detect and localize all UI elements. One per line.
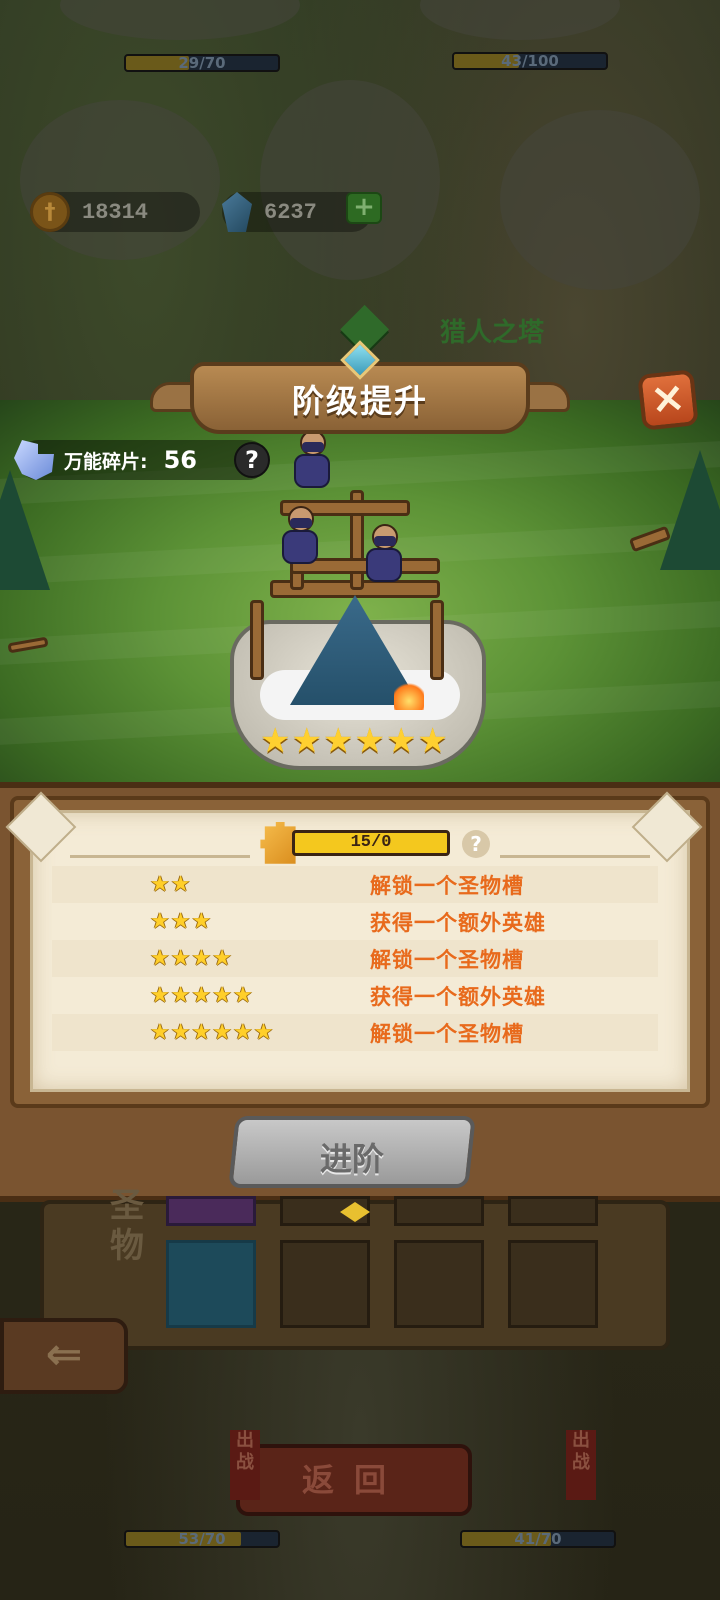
star-icon: ★ bbox=[170, 982, 191, 1008]
star-icon: ★ bbox=[191, 908, 212, 934]
reward-text: 解锁一个圣物槽 bbox=[370, 1021, 524, 1046]
reward-text: 解锁一个圣物槽 bbox=[370, 947, 524, 972]
reward-row: ★ ★ ★ ★ ★ 获得一个额外英雄 bbox=[52, 977, 658, 1014]
arrow-left-icon: ⇐ bbox=[45, 1329, 83, 1380]
shard-label: 万能碎片: bbox=[64, 450, 148, 473]
star-icon: ★ bbox=[170, 1019, 191, 1045]
relic-slot bbox=[508, 1196, 598, 1226]
reward-row: ★ ★ ★ ★ ★ ★ 解锁一个圣物槽 bbox=[52, 1014, 658, 1051]
title-banner: 阶级提升 bbox=[150, 340, 570, 442]
bg-building bbox=[500, 110, 700, 290]
star-icon: ★ bbox=[291, 721, 322, 761]
modal-title: 阶级提升 bbox=[291, 382, 428, 420]
bg-level-bar: 53/70 bbox=[124, 1530, 280, 1548]
star-icon: ★ bbox=[322, 721, 354, 761]
gem-amount: 6237 bbox=[264, 199, 317, 225]
return-button[interactable]: 返回 bbox=[236, 1444, 472, 1516]
hero-archer bbox=[278, 506, 322, 566]
bg-building bbox=[20, 100, 220, 260]
reward-stars: ★ ★ ★ ★ bbox=[52, 945, 370, 971]
reward-text: 解锁一个圣物槽 bbox=[370, 873, 524, 898]
star-icon: ★ bbox=[212, 1019, 232, 1045]
star-icon: ★ bbox=[417, 721, 448, 761]
star-icon: ★ bbox=[354, 721, 385, 761]
star-icon: ★ bbox=[170, 871, 191, 897]
star-icon: ★ bbox=[150, 908, 170, 934]
shard-count: 56 bbox=[163, 446, 198, 474]
reward-row: ★ ★ ★ 获得一个额外英雄 bbox=[52, 903, 658, 940]
star-icon: ★ bbox=[212, 945, 232, 971]
gold-amount: 18314 bbox=[82, 199, 149, 225]
reward-stars: ★ ★ ★ ★ ★ ★ bbox=[52, 1019, 370, 1045]
campfire bbox=[394, 680, 424, 710]
star-icon: ★ bbox=[170, 945, 191, 971]
divider bbox=[70, 855, 250, 858]
star-icon: ★ bbox=[232, 982, 253, 1008]
star-icon: ★ bbox=[191, 945, 212, 971]
star-icon: ★ bbox=[260, 721, 291, 761]
divider bbox=[500, 855, 650, 858]
relic-slot-nunchaku[interactable] bbox=[166, 1240, 256, 1328]
star-icon: ★ bbox=[150, 871, 170, 897]
reward-stars: ★ ★ ★ bbox=[52, 908, 370, 934]
bg-level-bar: 43/100 bbox=[452, 52, 608, 70]
relic-slot[interactable] bbox=[394, 1240, 484, 1328]
bg-level-bar-text: 43/100 bbox=[501, 52, 559, 70]
question-icon: ? bbox=[470, 832, 482, 856]
relic-slot bbox=[394, 1196, 484, 1226]
reward-text: 获得一个额外英雄 bbox=[370, 984, 546, 1009]
star-icon: ★ bbox=[170, 908, 191, 934]
star-icon: ★ bbox=[150, 945, 170, 971]
shard-help-button[interactable]: ? bbox=[234, 442, 270, 478]
star-icon: ★ bbox=[191, 982, 212, 1008]
relic-label: 圣物 bbox=[110, 1186, 144, 1266]
pine-tree bbox=[660, 450, 720, 570]
reward-row: ★ ★ 解锁一个圣物槽 bbox=[52, 866, 658, 903]
star-icon: ★ bbox=[150, 982, 170, 1008]
add-gems-button[interactable]: + bbox=[346, 192, 382, 224]
hero-archer bbox=[362, 524, 406, 584]
star-icon: ★ bbox=[191, 1019, 212, 1045]
relic-slot[interactable] bbox=[280, 1240, 370, 1328]
close-button[interactable]: × bbox=[637, 369, 699, 431]
star-icon: ★ bbox=[253, 1019, 274, 1045]
star-icon: ★ bbox=[232, 1019, 253, 1045]
advance-button-label[interactable]: 进阶 bbox=[232, 1134, 472, 1180]
star-icon: ★ bbox=[212, 982, 232, 1008]
back-button[interactable]: ⇐ bbox=[0, 1318, 128, 1394]
relic-slot[interactable] bbox=[508, 1240, 598, 1328]
bg-level-bar: 29/70 bbox=[124, 54, 280, 72]
shard-progress-bar: 15/0 bbox=[292, 830, 450, 856]
bg-level-bar-text: 53/70 bbox=[178, 1530, 226, 1548]
close-icon: × bbox=[647, 371, 688, 424]
reward-stars: ★ ★ bbox=[52, 871, 370, 897]
relic-slot bbox=[166, 1196, 256, 1226]
star-reward-list: ★ ★ 解锁一个圣物槽 ★ ★ ★ 获得一个额外英雄 ★ ★ ★ ★ 解锁一个圣物槽 ★ ★ ★… bbox=[52, 866, 658, 1051]
progress-help-button[interactable]: ? bbox=[462, 830, 490, 858]
shard-progress-text: 15/0 bbox=[350, 833, 392, 852]
pine-tree bbox=[0, 470, 50, 590]
star-icon: ★ bbox=[385, 721, 417, 761]
reward-row: ★ ★ ★ ★ 解锁一个圣物槽 bbox=[52, 940, 658, 977]
deploy-tag: 出战 bbox=[566, 1430, 596, 1500]
bg-level-bar: 41/70 bbox=[460, 1530, 616, 1548]
universal-shard-counter: 万能碎片: 56 bbox=[14, 440, 268, 480]
bg-level-bar-text: 41/70 bbox=[514, 1530, 562, 1548]
star-icon: ★ bbox=[150, 1019, 170, 1045]
reward-text: 获得一个额外英雄 bbox=[370, 910, 546, 935]
deploy-tag: 出战 bbox=[230, 1430, 260, 1500]
reward-stars: ★ ★ ★ ★ ★ bbox=[52, 982, 370, 1008]
gold-counter: † 18314 bbox=[30, 192, 200, 232]
tower-name: 猎人之塔 bbox=[440, 318, 545, 348]
bg-building bbox=[260, 80, 440, 280]
question-icon: ? bbox=[245, 446, 259, 474]
bg-level-bar-text: 29/70 bbox=[178, 54, 226, 72]
shard-progress: 15/0 ? bbox=[256, 822, 496, 866]
tower-star-rating: ★ ★ ★ ★ ★ ★ bbox=[260, 724, 448, 758]
gold-coin-icon: † bbox=[30, 192, 70, 232]
